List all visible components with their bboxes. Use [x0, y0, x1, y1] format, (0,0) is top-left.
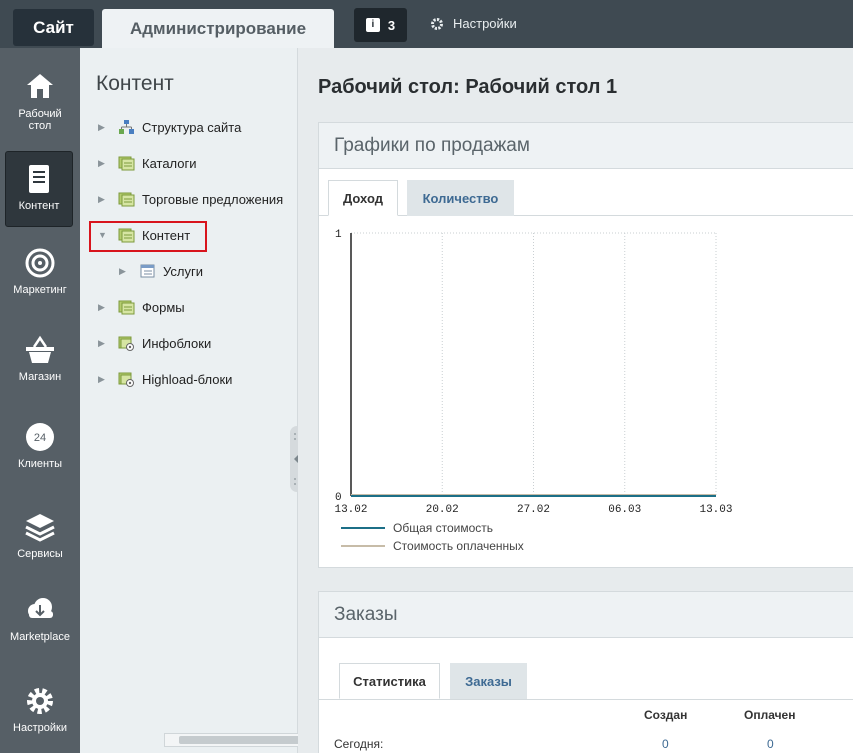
sidebar-item-clients[interactable]: 24 Клиенты — [0, 420, 80, 470]
tree-item-highload[interactable]: ▶ Highload-блоки — [98, 364, 232, 394]
tree-item-label: Highload-блоки — [142, 371, 233, 387]
orders-panel: Заказы Статистика Заказы Создан Оплачен … — [318, 591, 853, 753]
y-tick-label: 1 — [335, 229, 342, 241]
x-tick-label: 13.03 — [699, 504, 732, 516]
sales-charts-panel: Графики по продажам Доход Количество 101… — [318, 122, 853, 568]
tree-item-label: Каталоги — [142, 155, 197, 171]
tree-item-label: Услуги — [163, 263, 203, 279]
sidebar-item-marketing[interactable]: Маркетинг — [0, 246, 80, 296]
page-title: Рабочий стол: Рабочий стол 1 — [318, 76, 618, 98]
stack-gear-icon — [118, 372, 134, 387]
y-tick-label: 0 — [335, 492, 342, 504]
highlight-box — [89, 221, 207, 252]
sidebar-label-line1: Магазин — [18, 371, 62, 383]
expand-arrow-icon[interactable]: ▶ — [98, 338, 108, 349]
house-icon — [27, 74, 53, 98]
legend-item: Общая стоимость — [341, 521, 493, 535]
legend-swatch — [341, 527, 385, 529]
paid-count-link[interactable]: 0 — [767, 737, 774, 751]
layers-icon — [25, 514, 55, 542]
sidebar-label-line1: Маркетинг — [13, 284, 67, 296]
column-header-paid: Оплачен — [744, 708, 796, 722]
tab-statistics[interactable]: Статистика — [339, 663, 440, 699]
stack-icon — [118, 156, 135, 171]
clock-24-icon: 24 — [26, 423, 54, 451]
target-icon — [25, 248, 55, 278]
panel-title: Графики по продажам — [319, 123, 853, 169]
expand-arrow-icon[interactable]: ▶ — [119, 266, 129, 277]
tab-quantity[interactable]: Количество — [407, 180, 514, 216]
tree-item-site-structure[interactable]: ▶ Структура сайта — [98, 112, 241, 142]
expand-arrow-icon[interactable]: ▶ — [98, 302, 108, 313]
tree-item-forms[interactable]: ▶ Формы — [98, 292, 185, 322]
info-icon: i — [365, 18, 380, 32]
notifications-count: 3 — [387, 17, 396, 33]
settings-link[interactable]: Настройки — [430, 16, 517, 31]
notifications-button[interactable]: i 3 — [354, 8, 407, 42]
tree-item-services[interactable]: ▶ Услуги — [119, 256, 203, 286]
stack-icon — [118, 192, 135, 207]
svg-text:24: 24 — [34, 432, 46, 444]
list-icon — [140, 264, 155, 278]
legend-label: Стоимость оплаченных — [393, 539, 524, 553]
x-tick-label: 06.03 — [608, 504, 641, 516]
document-icon — [29, 165, 49, 193]
sidebar-item-services[interactable]: Сервисы — [0, 510, 80, 560]
sidebar-label-line2: стол — [28, 120, 52, 132]
sidebar-item-desktop[interactable]: Рабочий стол — [0, 70, 80, 132]
sitemap-icon — [119, 120, 134, 134]
tree-item-label: Формы — [142, 299, 185, 315]
legend-swatch — [341, 545, 385, 547]
gear-icon — [27, 688, 53, 714]
sidebar-label-line1: Сервисы — [17, 548, 63, 560]
expand-arrow-icon[interactable]: ▶ — [98, 122, 108, 133]
tree-item-offers[interactable]: ▶ Торговые предложения — [98, 184, 283, 214]
expand-arrow-icon[interactable]: ▶ — [98, 374, 108, 385]
admin-tab[interactable]: Администрирование — [102, 9, 334, 48]
tree-item-infoblocks[interactable]: ▶ Инфоблоки — [98, 328, 211, 358]
expand-arrow-icon[interactable]: ▶ — [98, 158, 108, 169]
tree-item-label: Структура сайта — [142, 119, 242, 135]
tabs-divider — [319, 699, 853, 700]
sidebar-label-line1: Marketplace — [10, 631, 70, 643]
x-tick-label: 27.02 — [517, 504, 550, 516]
sidebar-label-line1: Контент — [18, 200, 60, 212]
site-tab[interactable]: Сайт — [13, 9, 94, 46]
sidebar-item-content[interactable]: Контент — [5, 151, 73, 227]
sidebar-label-line1: Клиенты — [17, 458, 63, 470]
icon-sidebar: Рабочий стол Контент Маркетинг Магазин 2… — [0, 48, 80, 753]
tab-income[interactable]: Доход — [328, 180, 398, 216]
main-area: Рабочий стол: Рабочий стол 1 Графики по … — [298, 48, 853, 753]
sidebar-label-line1: Рабочий — [18, 108, 62, 120]
settings-label: Настройки — [453, 16, 517, 31]
panel-title: Заказы — [319, 592, 853, 638]
row-label: Сегодня: — [334, 737, 384, 751]
tabs-divider — [319, 215, 853, 216]
sidebar-item-marketplace[interactable]: Marketplace — [0, 593, 80, 643]
cloud-download-icon — [28, 598, 53, 618]
tab-orders[interactable]: Заказы — [450, 663, 527, 699]
tree-item-label: Торговые предложения — [142, 191, 284, 207]
gear-icon — [431, 17, 443, 30]
expand-arrow-icon[interactable]: ▶ — [98, 194, 108, 205]
legend-label: Общая стоимость — [393, 521, 493, 535]
x-tick-label: 20.02 — [426, 504, 459, 516]
top-bar: Сайт Администрирование i 3 Настройки — [0, 0, 853, 48]
stack-icon — [118, 300, 135, 315]
tree-item-label: Инфоблоки — [142, 335, 212, 351]
column-header-created: Создан — [644, 708, 688, 722]
basket-icon — [26, 335, 54, 363]
stack-gear-icon — [118, 336, 134, 351]
tree-title: Контент — [96, 72, 174, 95]
created-count-link[interactable]: 0 — [662, 737, 669, 751]
legend-item: Стоимость оплаченных — [341, 539, 524, 553]
sidebar-item-store[interactable]: Магазин — [0, 333, 80, 383]
tree-item-catalogs[interactable]: ▶ Каталоги — [98, 148, 197, 178]
sidebar-item-settings[interactable]: Настройки — [0, 684, 80, 734]
sidebar-label-line1: Настройки — [13, 722, 67, 734]
x-tick-label: 13.02 — [334, 504, 367, 516]
content-tree-panel: Контент ▶ Структура сайта ▶ Каталоги ▶ Т… — [80, 48, 374, 753]
sales-chart: 1 013.02 20.02 27.02 06.03 13.03 — [334, 229, 732, 516]
